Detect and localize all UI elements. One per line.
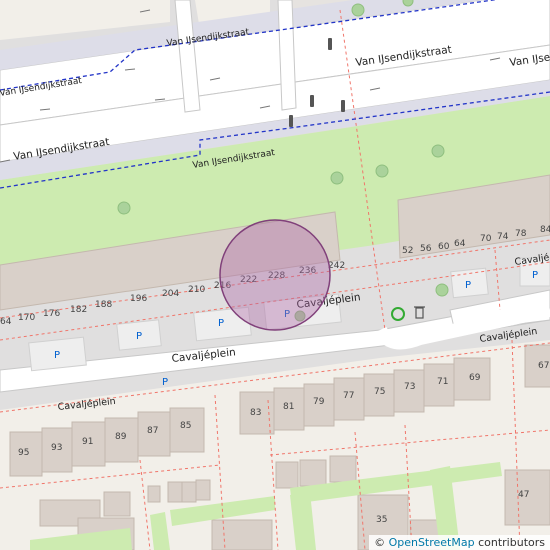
attribution-suffix: contributors [478, 536, 545, 549]
svg-text:35: 35 [376, 515, 387, 525]
svg-text:56: 56 [420, 244, 432, 254]
svg-text:47: 47 [518, 490, 529, 500]
attribution-link[interactable]: OpenStreetMap [389, 536, 475, 549]
svg-text:64: 64 [0, 317, 12, 327]
svg-text:64: 64 [454, 239, 466, 249]
svg-text:52: 52 [402, 246, 413, 256]
copyright-symbol: © [374, 536, 386, 549]
svg-text:69: 69 [469, 373, 481, 383]
svg-text:P: P [54, 350, 60, 361]
svg-text:182: 182 [70, 305, 87, 315]
svg-text:91: 91 [82, 437, 93, 447]
svg-text:75: 75 [374, 387, 385, 397]
svg-text:170: 170 [18, 313, 35, 323]
svg-text:67: 67 [538, 361, 549, 371]
svg-text:P: P [465, 280, 471, 291]
svg-text:95: 95 [18, 448, 29, 458]
svg-text:85: 85 [180, 421, 191, 431]
svg-text:196: 196 [130, 294, 147, 304]
map-canvas: Van IJsendijkstraat Van IJsendijkstraat … [0, 0, 550, 550]
svg-text:242: 242 [328, 261, 345, 271]
svg-text:70: 70 [480, 234, 492, 244]
svg-text:73: 73 [404, 382, 415, 392]
svg-text:77: 77 [343, 391, 354, 401]
svg-text:204: 204 [162, 289, 179, 299]
svg-text:78: 78 [515, 229, 527, 239]
svg-text:71: 71 [437, 377, 448, 387]
svg-text:188: 188 [95, 300, 112, 310]
svg-text:74: 74 [497, 232, 509, 242]
svg-text:210: 210 [188, 285, 205, 295]
svg-text:P: P [162, 377, 168, 388]
svg-text:84: 84 [540, 225, 550, 235]
svg-text:P: P [136, 331, 142, 342]
location-highlight-circle[interactable] [219, 219, 331, 331]
attribution: © OpenStreetMap contributors [369, 535, 550, 550]
svg-text:60: 60 [438, 242, 450, 252]
svg-text:P: P [218, 318, 224, 329]
svg-text:87: 87 [147, 426, 158, 436]
svg-text:83: 83 [250, 408, 261, 418]
svg-text:176: 176 [43, 309, 60, 319]
svg-text:93: 93 [51, 443, 62, 453]
svg-text:81: 81 [283, 402, 294, 412]
svg-text:79: 79 [313, 397, 325, 407]
map-view[interactable]: Van IJsendijkstraat Van IJsendijkstraat … [0, 0, 550, 550]
svg-text:89: 89 [115, 432, 127, 442]
svg-text:P: P [532, 270, 538, 281]
